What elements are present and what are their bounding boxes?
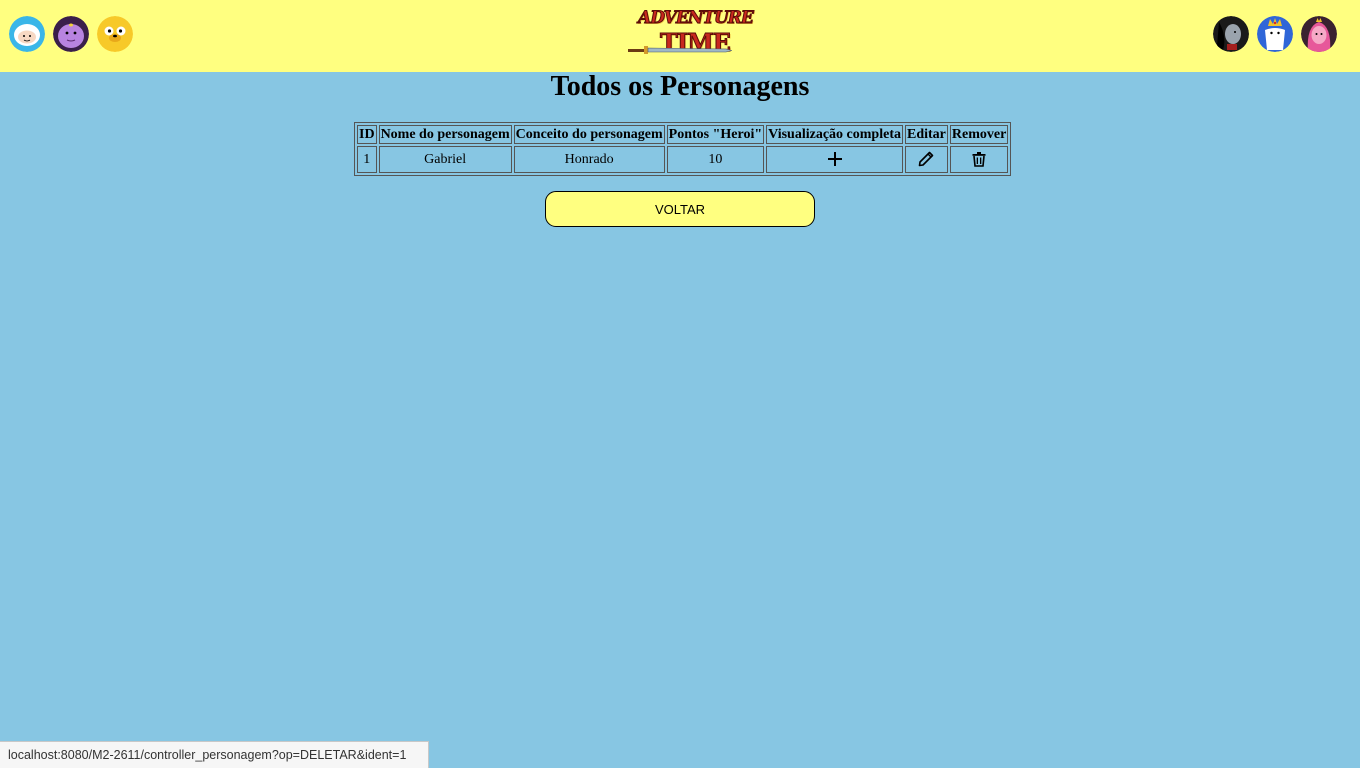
top-header: ADVENTURE TIME	[0, 0, 1360, 72]
header-id: ID	[357, 125, 377, 144]
finn-avatar-icon[interactable]	[9, 16, 45, 52]
table-row: 1 Gabriel Honrado 10	[357, 146, 1009, 173]
header-remover: Remover	[949, 125, 1009, 144]
header-conceito: Conceito do personagem	[513, 125, 665, 144]
lumpy-space-princess-avatar-icon[interactable]	[53, 16, 89, 52]
princess-bubblegum-avatar-icon[interactable]	[1301, 16, 1337, 52]
status-bar-url: localhost:8080/M2-2611/controller_person…	[0, 741, 429, 768]
header-visualizacao: Visualização completa	[766, 125, 903, 144]
cell-editar	[904, 146, 948, 173]
characters-table: ID Nome do personagem Conceito do person…	[354, 122, 1012, 176]
pencil-icon[interactable]	[918, 151, 934, 167]
ice-king-avatar-icon[interactable]	[1257, 16, 1293, 52]
page-title: Todos os Personagens	[550, 71, 810, 102]
cell-nome: Gabriel	[378, 146, 512, 173]
sword-icon	[628, 46, 732, 54]
jake-avatar-icon[interactable]	[97, 16, 133, 52]
header-pontos: Pontos "Heroi"	[666, 125, 765, 144]
logo-line-1: ADVENTURE	[638, 8, 755, 29]
cell-id: 1	[357, 146, 377, 173]
voltar-button[interactable]: VOLTAR	[545, 191, 815, 227]
header-editar: Editar	[904, 125, 948, 144]
marceline-avatar-icon[interactable]	[1213, 16, 1249, 52]
trash-icon[interactable]	[971, 151, 987, 168]
plus-icon[interactable]	[827, 151, 843, 167]
header-nome: Nome do personagem	[378, 125, 512, 144]
adventure-time-logo: ADVENTURE TIME	[624, 6, 754, 66]
cell-pontos: 10	[666, 146, 765, 173]
table-header-row: ID Nome do personagem Conceito do person…	[357, 125, 1009, 144]
cell-remover	[949, 146, 1009, 173]
cell-visualizacao	[766, 146, 903, 173]
cell-conceito: Honrado	[513, 146, 665, 173]
